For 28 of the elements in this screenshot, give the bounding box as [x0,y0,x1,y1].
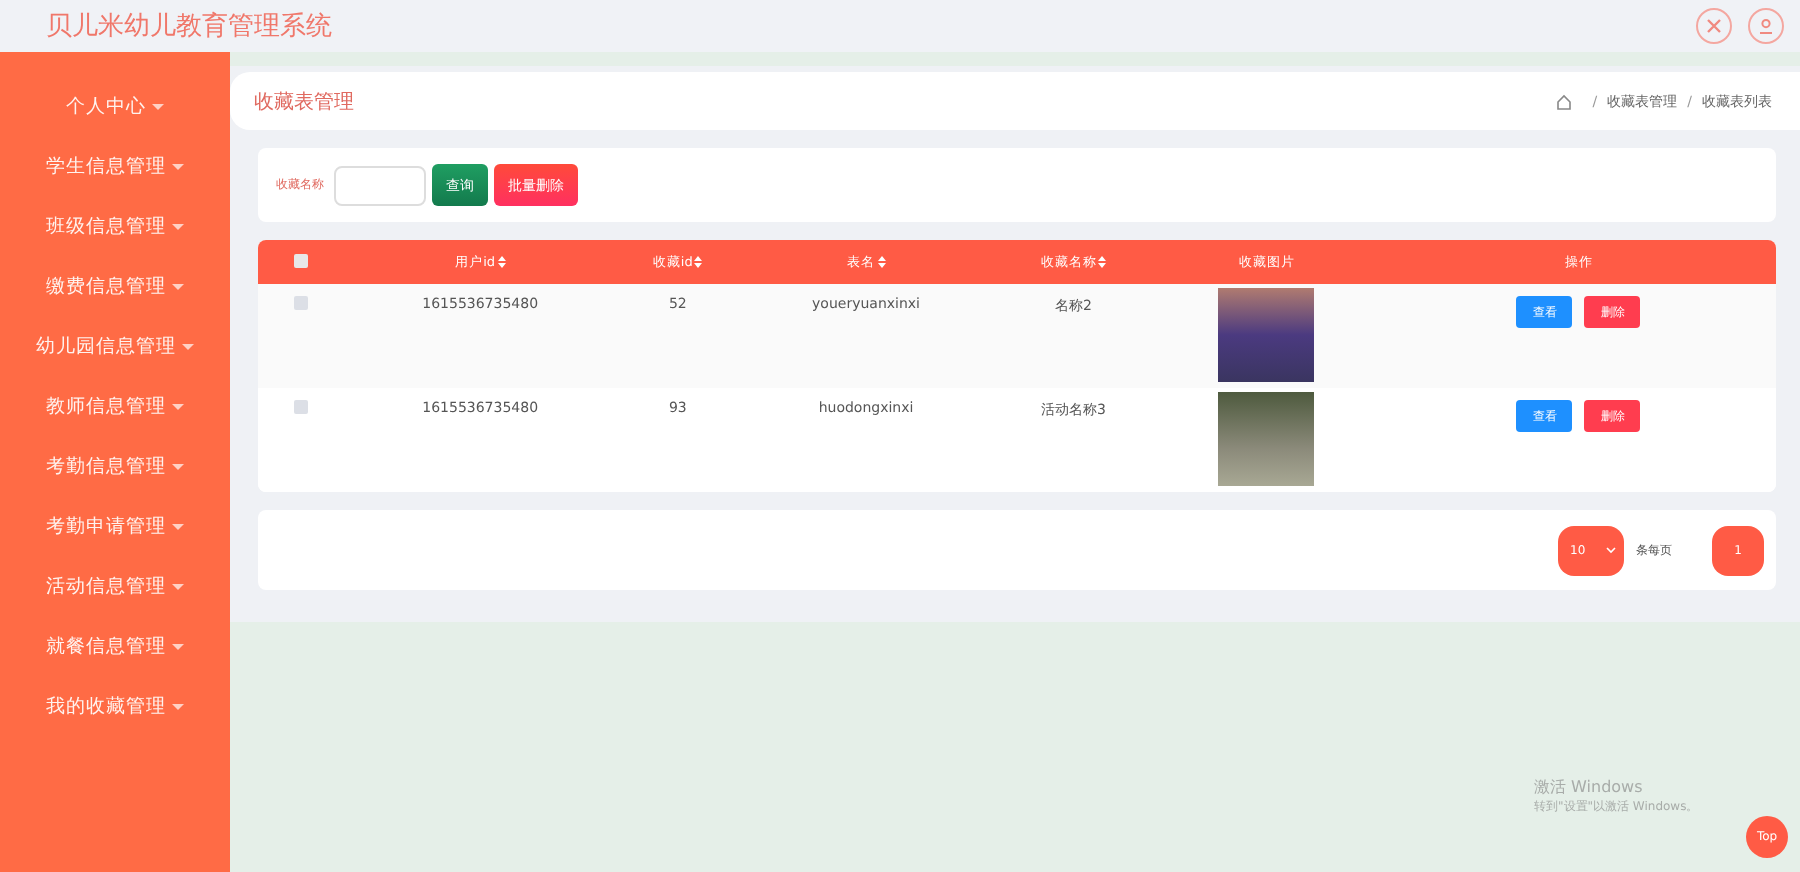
chevron-down-icon[interactable] [1606,546,1616,554]
photo-placeholder [1218,288,1315,382]
sidebar-item[interactable]: 幼儿园信息管理 [0,316,230,376]
sidebar-item[interactable]: 班级信息管理 [0,196,230,256]
sidebar-item[interactable]: 教师信息管理 [0,376,230,436]
sidebar-item[interactable]: 就餐信息管理 [0,616,230,676]
fullscreen-icon[interactable] [1696,8,1732,44]
checkbox[interactable] [293,400,307,414]
sidebar-item[interactable]: 个人中心 [0,76,230,136]
checkbox[interactable] [293,253,307,267]
activation-title: 激活 Windows [1534,776,1645,798]
sidebar-item[interactable]: 缴费信息管理 [0,256,230,316]
app-title: 贝儿米幼儿教育管理系统 [46,9,334,44]
sort-icon[interactable] [497,255,506,268]
sidebar-item[interactable]: 活动信息管理 [0,556,230,616]
sidebar-item[interactable]: 学生信息管理 [0,136,230,196]
home-icon[interactable] [1556,93,1573,109]
page-title: 收藏表管理 [254,89,356,115]
search-field[interactable] [334,165,426,205]
sort-icon[interactable] [1098,255,1107,268]
photo-placeholder [1218,392,1315,486]
sidebar-item[interactable]: 考勤申请管理 [0,496,230,556]
sort-icon[interactable] [694,255,703,268]
checkbox[interactable] [293,296,307,310]
sort-icon[interactable] [877,255,886,268]
sidebar-item[interactable]: 我的收藏管理 [0,676,230,736]
sidebar-item[interactable]: 考勤信息管理 [0,436,230,496]
user-icon[interactable] [1748,8,1784,44]
